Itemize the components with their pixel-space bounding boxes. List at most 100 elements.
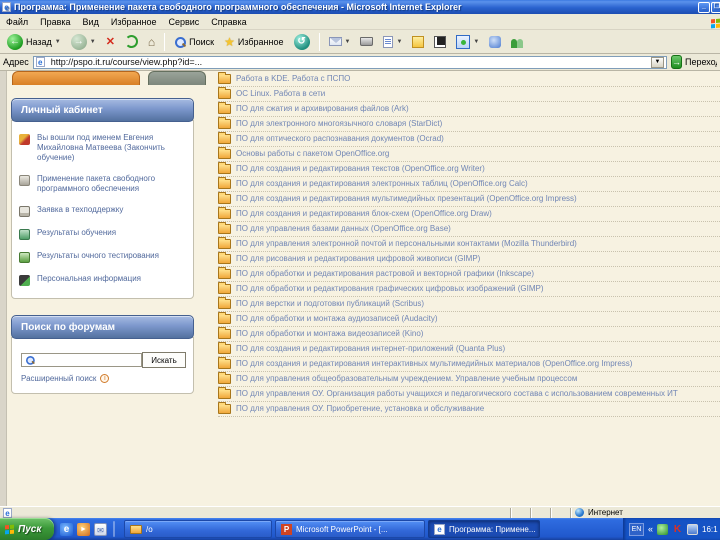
sidebar-item[interactable]: Вы вошли под именем Евгения Михайловна М… (19, 133, 186, 163)
sidebar-item[interactable]: Применение пакета свободного программног… (19, 174, 186, 194)
quicklaunch-media-icon[interactable]: ► (77, 522, 90, 536)
sidebar-item-label[interactable]: Вы вошли под именем Евгения Михайловна М… (37, 133, 186, 163)
folder-icon (218, 402, 231, 414)
sidebar-item-label[interactable]: Заявка в техподдержку (37, 205, 123, 215)
history-button[interactable]: ↺ (291, 33, 313, 51)
print-button[interactable] (357, 36, 376, 47)
taskbar-task-powerpoint[interactable]: P Microsoft PowerPoint - [... (275, 520, 425, 538)
quicklaunch-ie-icon[interactable]: e (60, 522, 73, 536)
personal-cabinet-panel: Личный кабинет Вы вошли под именем Евген… (11, 98, 194, 299)
menu-item[interactable]: Сервис (168, 17, 199, 27)
refresh-button[interactable] (122, 34, 141, 49)
forward-icon: → (70, 33, 87, 50)
course-link[interactable]: Основы работы с пакетом OpenOffice.org (236, 149, 389, 159)
favorites-star-icon: ★ (224, 34, 235, 49)
favorites-button[interactable]: ★ Избранное (221, 34, 286, 50)
minimize-button[interactable]: _ (698, 1, 710, 13)
mail-button[interactable]: ▼ (326, 36, 354, 47)
course-link[interactable]: ПО для обработки и редактирования растро… (236, 269, 534, 279)
icq-dropdown-icon[interactable]: ▼ (473, 39, 479, 45)
taskbar-task-ie[interactable]: e Программа: Примене... (428, 520, 540, 538)
menu-item[interactable]: Вид (83, 17, 99, 27)
site-tab-gray[interactable] (148, 71, 206, 85)
language-indicator[interactable]: EN (628, 522, 644, 536)
mail-dropdown-icon[interactable]: ▼ (345, 39, 351, 45)
tray-agent-icon[interactable] (657, 523, 668, 535)
stop-button[interactable]: ✕ (103, 34, 118, 49)
menu-item[interactable]: Избранное (111, 17, 157, 27)
course-link[interactable]: ПО для электронного многоязычного словар… (236, 119, 442, 129)
sidebar-item[interactable]: Результаты обучения (19, 228, 186, 240)
testing-icon (19, 252, 30, 263)
back-button[interactable]: ← Назад ▼ (4, 33, 64, 51)
course-link[interactable]: ПО для управления электронной почтой и п… (236, 239, 577, 249)
quicklaunch-separator (113, 521, 115, 537)
course-link[interactable]: ПО для рисования и редактирования цифров… (236, 254, 480, 264)
course-row: ПО для обработки и редактирования графич… (218, 282, 720, 297)
forum-search-input[interactable] (21, 353, 142, 367)
course-link[interactable]: ПО для обработки и монтажа видеозаписей … (236, 329, 423, 339)
quicklaunch-mail-icon[interactable]: ✉ (94, 522, 107, 536)
course-link[interactable]: ПО для создания и редактирования интерне… (236, 344, 505, 354)
messenger-button[interactable] (486, 35, 504, 49)
course-link[interactable]: ПО для верстки и подготовки публикаций (… (236, 299, 424, 309)
course-link[interactable]: ПО для создания и редактирования блок-сх… (236, 209, 492, 219)
search-button[interactable]: Поиск (171, 35, 217, 49)
tray-clock[interactable]: 16:1 (702, 525, 718, 534)
tray-chevron-icon[interactable]: « (648, 524, 653, 534)
sidebar-item[interactable]: Заявка в техподдержку (19, 205, 186, 217)
ie-window-icon: e (2, 2, 11, 12)
folder-icon (218, 102, 231, 114)
sidebar-item-label[interactable]: Персональная информация (37, 274, 141, 284)
status-pane (550, 507, 570, 518)
course-link[interactable]: ПО для управления общеобразовательным уч… (236, 374, 577, 384)
course-link[interactable]: ПО для обработки и монтажа аудиозаписей … (236, 314, 438, 324)
fullscreen-button[interactable] (431, 35, 449, 49)
advanced-search-link[interactable]: Расширенный поиск (21, 374, 96, 383)
home-icon: ⌂ (147, 34, 156, 49)
favorites-label: Избранное (237, 36, 284, 47)
taskbar-task-folder[interactable]: /о (124, 520, 272, 538)
icq-button[interactable]: ▼ (453, 34, 482, 50)
course-link[interactable]: ПО для создания и редактирования мультим… (236, 194, 577, 204)
discuss-button[interactable] (409, 35, 427, 49)
menu-item[interactable]: Правка (40, 17, 70, 27)
home-button[interactable]: ⌂ (145, 34, 158, 50)
back-dropdown-icon[interactable]: ▼ (55, 39, 61, 45)
sidebar-item-label[interactable]: Применение пакета свободного программног… (37, 174, 186, 194)
course-link[interactable]: ПО для сжатия и архивирования файлов (Ar… (236, 104, 409, 114)
info-icon[interactable]: i (100, 374, 110, 383)
address-input[interactable]: e http://pspo.it.ru/course/view.php?id=.… (32, 55, 667, 69)
tray-display-icon[interactable] (687, 523, 698, 535)
stop-icon: ✕ (105, 36, 115, 48)
course-link[interactable]: ПО для управления базами данных (OpenOff… (236, 224, 451, 234)
course-link[interactable]: ПО для оптического распознавания докумен… (236, 134, 444, 144)
sidebar-item-label[interactable]: Результаты обучения (37, 228, 116, 238)
course-link[interactable]: ПО для создания и редактирования электро… (236, 179, 528, 189)
menu-item[interactable]: Справка (211, 17, 246, 27)
forum-search-button[interactable]: Искать (142, 352, 186, 368)
tray-antivirus-icon[interactable]: K (672, 524, 683, 535)
edit-dropdown-icon[interactable]: ▼ (396, 39, 402, 45)
course-link[interactable]: ПО для управления ОУ. Приобретение, уста… (236, 404, 484, 414)
site-tab-orange[interactable] (12, 71, 140, 85)
maximize-button[interactable]: ❐ (711, 1, 720, 13)
address-dropdown-button[interactable]: ▼ (651, 56, 664, 68)
sidebar-item-label[interactable]: Результаты очного тестирования (37, 251, 159, 261)
go-button[interactable]: → Переход (671, 55, 717, 69)
menu-item[interactable]: Файл (6, 17, 28, 27)
course-link[interactable]: ПО для создания и редактирования интерак… (236, 359, 632, 369)
edit-button[interactable]: ▼ (380, 35, 405, 49)
sidebar-item[interactable]: Результаты очного тестирования (19, 251, 186, 263)
start-button[interactable]: Пуск (0, 518, 54, 540)
course-link[interactable]: ПО для обработки и редактирования графич… (236, 284, 544, 294)
course-link[interactable]: Работа в KDE. Работа с ПСПО (236, 74, 350, 84)
course-link[interactable]: ОС Linux. Работа в сети (236, 89, 325, 99)
sidebar-item[interactable]: Персональная информация (19, 274, 186, 286)
course-link[interactable]: ПО для создания и редактирования текстов… (236, 164, 485, 174)
start-label: Пуск (18, 523, 42, 535)
forward-dropdown-icon[interactable]: ▼ (90, 39, 96, 45)
contacts-button[interactable] (508, 35, 527, 49)
course-link[interactable]: ПО для управления ОУ. Организация работы… (236, 389, 678, 399)
forward-button[interactable]: → ▼ (68, 33, 99, 51)
